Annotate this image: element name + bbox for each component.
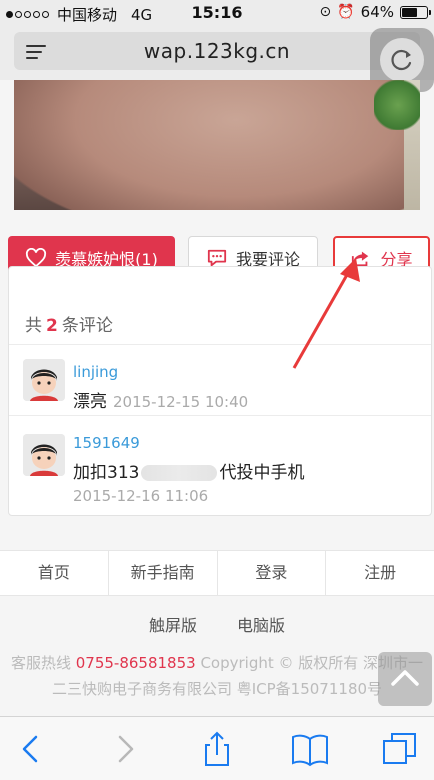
status-right: ⊙ ⏰ 64% [319, 3, 431, 21]
comments-count-text: 共 2 条评论 [25, 316, 113, 336]
address-field[interactable]: wap.123kg.cn [14, 28, 434, 92]
bookmarks-icon[interactable] [290, 731, 330, 767]
comment-text: 漂亮 [73, 392, 107, 412]
hotline-number[interactable]: 0755-86581853 [76, 654, 196, 672]
footer-link-login[interactable]: 登录 [218, 551, 327, 595]
comment-body: 加扣313 代投中手机 [73, 458, 304, 483]
avatar[interactable] [23, 359, 65, 401]
back-to-top-button[interactable] [378, 652, 432, 706]
battery-percent: 64% [360, 3, 394, 21]
heart-icon [26, 248, 47, 268]
comment-icon [207, 249, 227, 267]
battery-icon [400, 5, 431, 19]
comment-time-row: 2015-12-16 11:06 [73, 486, 208, 506]
tabs-icon[interactable] [380, 731, 420, 767]
pc-version-link[interactable]: 电脑版 [237, 616, 285, 635]
footer-link-home[interactable]: 首页 [0, 551, 109, 595]
post-photo [14, 80, 420, 210]
comment-username[interactable]: linjing [73, 363, 118, 381]
reload-icon[interactable] [380, 38, 424, 82]
avatar[interactable] [23, 434, 65, 476]
browser-bar: wap.123kg.cn [0, 26, 434, 92]
footer-link-guide[interactable]: 新手指南 [109, 551, 218, 595]
share-icon [352, 251, 369, 267]
version-switch: 触屏版 电脑版 [0, 612, 434, 636]
forward-icon[interactable] [104, 731, 144, 767]
footer-link-register[interactable]: 注册 [326, 551, 434, 595]
touch-version-link[interactable]: 触屏版 [149, 616, 197, 635]
orientation-lock-icon: ⊙ [319, 4, 332, 20]
comments-panel: 共 2 条评论 linjing 漂亮 2015-12-15 10:40 1591… [8, 266, 432, 516]
comment-time: 2015-12-15 10:40 [113, 393, 249, 411]
redacted-blur [141, 465, 218, 481]
copyright-line2: 二三快购电子商务有限公司 粤ICP备15071180号 [51, 680, 383, 698]
browser-toolbar [0, 716, 434, 780]
copyright: 客服热线 0755-86581853 Copyright © 版权所有 深圳市一… [0, 650, 434, 702]
status-bar: 中国移动 4G 15:16 ⊙ ⏰ 64% [0, 0, 434, 26]
comments-header: 共 2 条评论 [9, 267, 431, 345]
url-text[interactable]: wap.123kg.cn [14, 39, 420, 63]
comment-item: 1591649 加扣313 代投中手机 2015-12-16 11:06 [9, 415, 431, 515]
comment-username[interactable]: 1591649 [73, 434, 140, 452]
comment-item: linjing 漂亮 2015-12-15 10:40 [9, 345, 431, 415]
chevron-up-icon [391, 670, 419, 686]
comment-body: 漂亮 2015-12-15 10:40 [73, 387, 248, 412]
alarm-icon: ⏰ [337, 4, 355, 20]
comment-time: 2015-12-16 11:06 [73, 487, 209, 505]
footer-nav: 首页 新手指南 登录 注册 [0, 550, 434, 596]
comment-text-after: 代投中手机 [219, 463, 305, 483]
share-sheet-icon[interactable] [197, 731, 237, 767]
comment-text: 加扣313 [73, 463, 140, 483]
back-icon[interactable] [12, 731, 52, 767]
comments-count: 2 [46, 316, 58, 336]
hotline-label: 客服热线 [10, 654, 71, 672]
